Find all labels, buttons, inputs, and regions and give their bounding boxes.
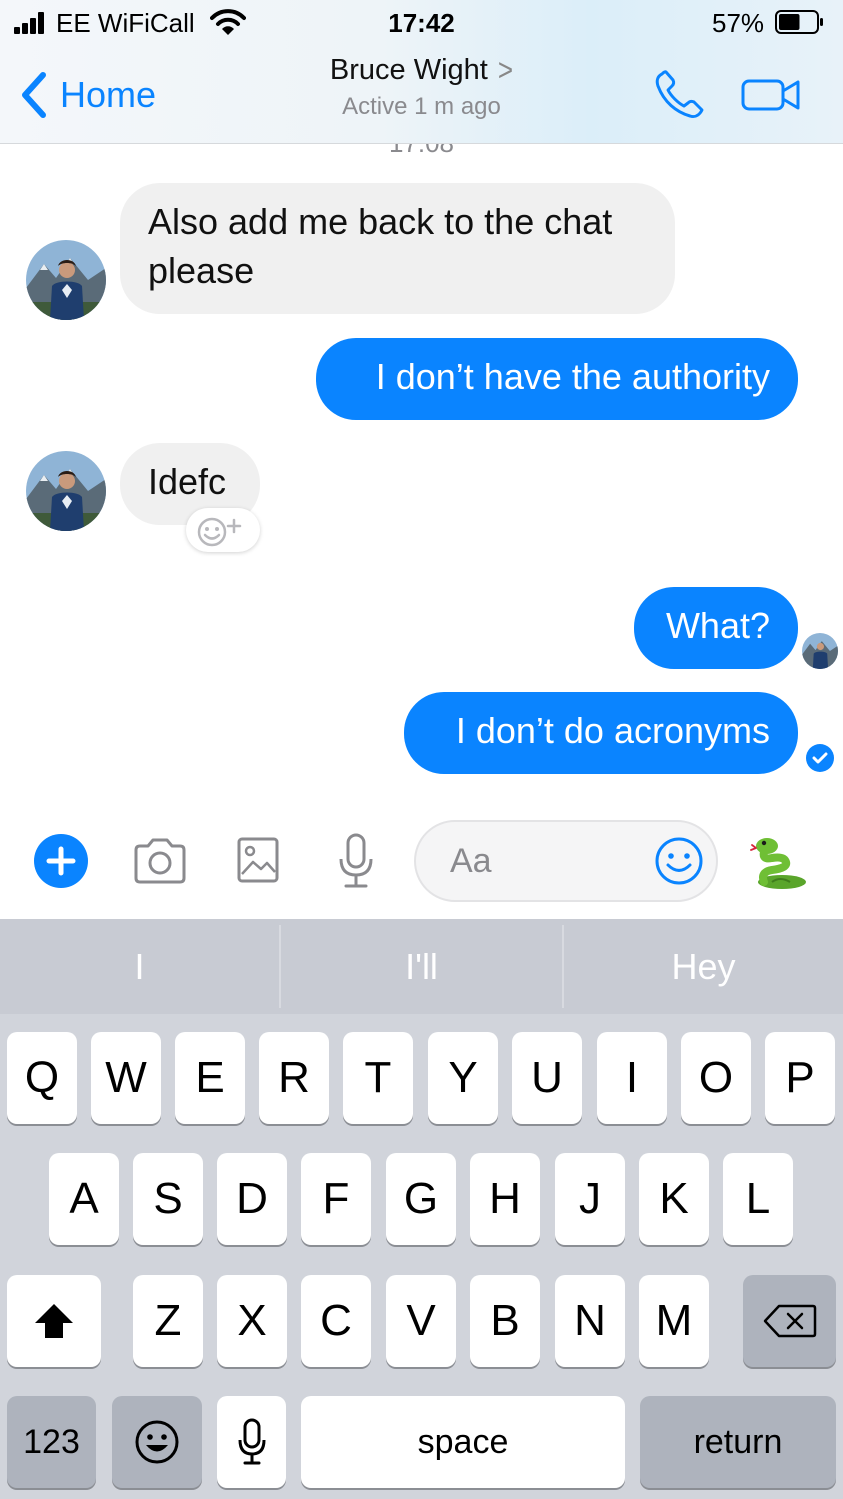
battery-icon — [775, 10, 823, 34]
emoji-keyboard-key[interactable] — [112, 1396, 202, 1488]
key-o[interactable]: O — [681, 1032, 751, 1124]
snake-emoji-icon[interactable] — [750, 832, 810, 892]
message-text: Idefc — [148, 461, 227, 502]
key-p[interactable]: P — [765, 1032, 835, 1124]
prediction-suggestion[interactable]: Hey — [564, 919, 843, 1014]
contact-status: Active 1 m ago — [342, 93, 501, 120]
numbers-key[interactable]: 123 — [7, 1396, 96, 1488]
back-label: Home — [60, 74, 157, 115]
microphone-icon — [238, 1418, 265, 1465]
back-button[interactable]: Home — [18, 70, 156, 120]
message-text: Also add me back to the chat — [148, 201, 613, 242]
plus-icon — [46, 846, 76, 876]
space-key[interactable]: space — [301, 1396, 625, 1488]
key-k[interactable]: K — [639, 1153, 709, 1245]
microphone-icon[interactable] — [336, 832, 376, 890]
seen-by-avatar — [802, 633, 838, 669]
prediction-suggestion[interactable]: I'll — [281, 919, 562, 1014]
key-l[interactable]: L — [723, 1153, 793, 1245]
key-f[interactable]: F — [301, 1153, 371, 1245]
key-j[interactable]: J — [555, 1153, 625, 1245]
key-c[interactable]: C — [301, 1275, 371, 1367]
message-text: I don’t have the authority — [375, 356, 770, 397]
key-m[interactable]: M — [639, 1275, 709, 1367]
shift-arrow-icon — [35, 1304, 73, 1338]
key-r[interactable]: R — [259, 1032, 329, 1124]
key-h[interactable]: H — [470, 1153, 540, 1245]
key-a[interactable]: A — [49, 1153, 119, 1245]
key-n[interactable]: N — [555, 1275, 625, 1367]
top-bar: EE WiFiCall 17:42 57% Home Bruce Wight > … — [0, 0, 843, 144]
key-w[interactable]: W — [91, 1032, 161, 1124]
plus-button[interactable] — [34, 834, 88, 888]
key-v[interactable]: V — [386, 1275, 456, 1367]
sent-check-icon — [806, 744, 834, 772]
predictive-bar: I I'll Hey — [0, 919, 843, 1014]
contact-avatar[interactable] — [26, 240, 106, 320]
message-bubble-incoming[interactable]: Also add me back to the chat please — [120, 183, 675, 314]
message-text: I don’t do acronyms — [455, 710, 770, 751]
key-i[interactable]: I — [597, 1032, 667, 1124]
delete-key[interactable] — [743, 1275, 836, 1367]
return-key[interactable]: return — [640, 1396, 836, 1488]
avatar-photo-icon — [26, 240, 106, 320]
avatar-photo-icon — [26, 451, 106, 531]
message-bubble-outgoing[interactable]: I don’t have the authority — [316, 338, 798, 420]
avatar-photo-icon — [802, 633, 838, 669]
message-bubble-outgoing[interactable]: What? — [634, 587, 798, 669]
contact-name: Bruce Wight — [329, 54, 488, 86]
chevron-right-icon: > — [497, 51, 514, 88]
prediction-suggestion[interactable]: I — [0, 919, 279, 1014]
message-bubble-outgoing[interactable]: I don’t do acronyms — [404, 692, 798, 774]
chevron-left-icon — [22, 72, 46, 118]
contact-header[interactable]: Bruce Wight > Active 1 m ago — [250, 51, 593, 121]
key-z[interactable]: Z — [133, 1275, 203, 1367]
video-call-icon[interactable] — [740, 76, 802, 114]
key-y[interactable]: Y — [428, 1032, 498, 1124]
shift-key[interactable] — [7, 1275, 101, 1367]
smiley-icon[interactable] — [654, 836, 704, 886]
key-b[interactable]: B — [470, 1275, 540, 1367]
backspace-icon — [763, 1304, 816, 1338]
message-text: What? — [665, 605, 770, 646]
message-input[interactable]: Aa — [414, 820, 718, 902]
emoji-icon — [135, 1420, 179, 1464]
key-q[interactable]: Q — [7, 1032, 77, 1124]
camera-icon[interactable] — [132, 836, 188, 886]
battery-percent: 57% — [712, 8, 765, 38]
key-s[interactable]: S — [133, 1153, 203, 1245]
image-icon[interactable] — [236, 836, 280, 884]
add-reaction-button[interactable] — [186, 508, 260, 552]
phone-call-icon[interactable] — [652, 68, 708, 120]
message-text: please — [148, 250, 255, 291]
dictation-key[interactable] — [217, 1396, 286, 1488]
key-e[interactable]: E — [175, 1032, 245, 1124]
key-t[interactable]: T — [343, 1032, 413, 1124]
add-reaction-icon — [197, 517, 242, 547]
contact-avatar[interactable] — [26, 451, 106, 531]
key-x[interactable]: X — [217, 1275, 287, 1367]
message-input-placeholder: Aa — [450, 842, 492, 880]
key-g[interactable]: G — [386, 1153, 456, 1245]
key-d[interactable]: D — [217, 1153, 287, 1245]
key-u[interactable]: U — [512, 1032, 582, 1124]
keyboard: I I'll Hey Q W E R T Y U I O P A S D F G… — [0, 919, 843, 1499]
